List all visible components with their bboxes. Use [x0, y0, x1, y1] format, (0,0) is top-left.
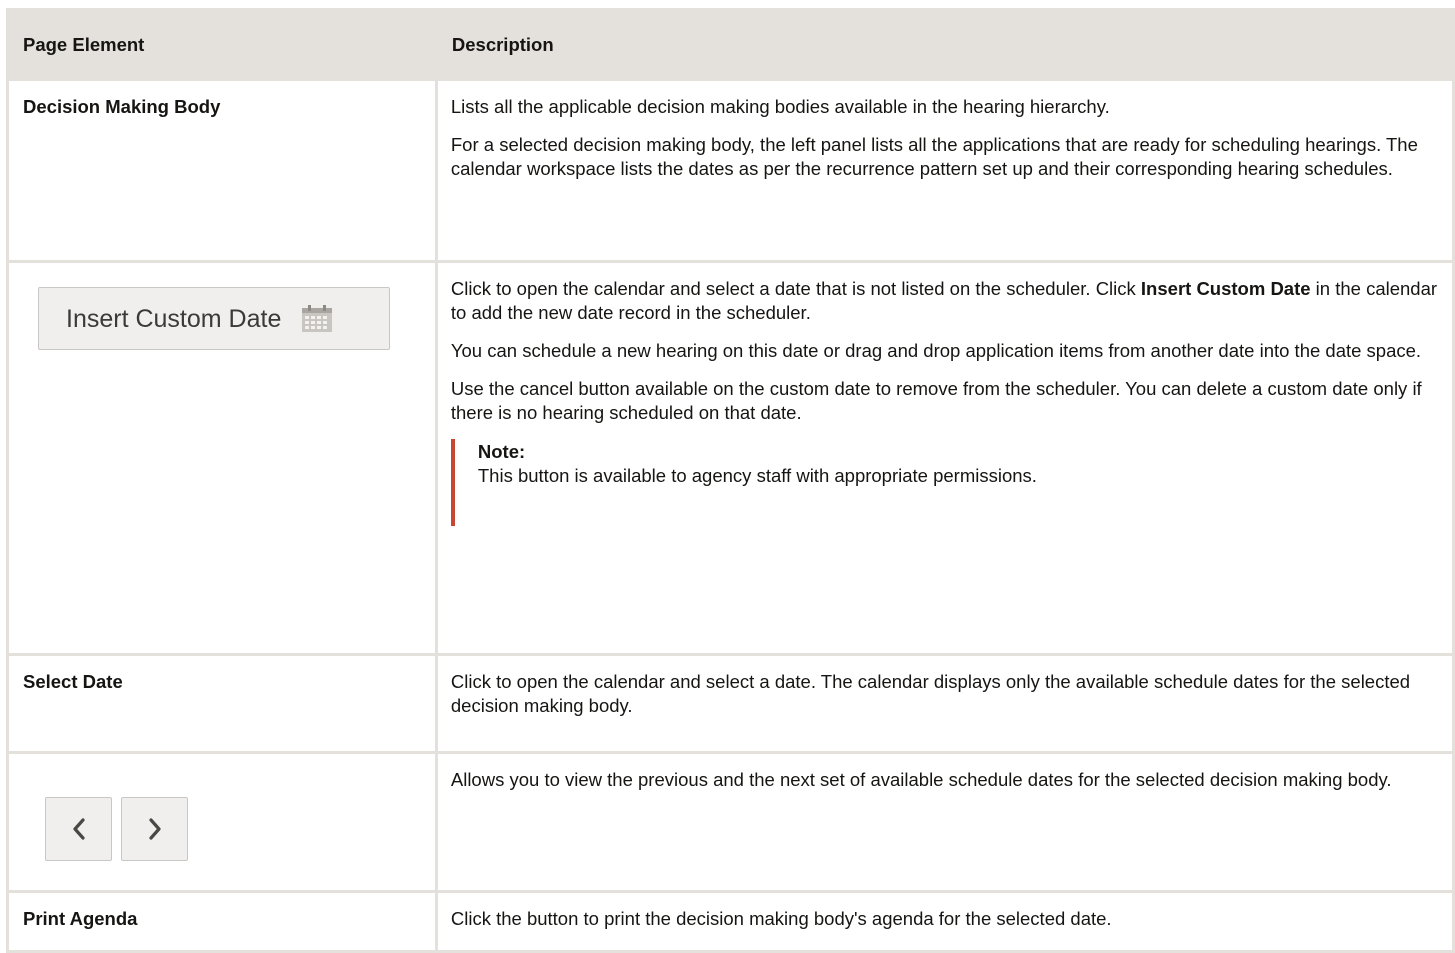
description-cell: Click the button to print the decision m…: [434, 890, 1455, 953]
previous-dates-button[interactable]: [45, 797, 112, 861]
element-name: Decision Making Body: [6, 78, 438, 263]
date-navigation: [45, 797, 188, 861]
description-text: Use the cancel button available on the c…: [450, 378, 1422, 423]
element-name: Select Date: [6, 653, 438, 754]
description-text: Allows you to view the previous and the …: [450, 769, 1392, 790]
calendar-icon: [302, 304, 333, 332]
description-cell: Allows you to view the previous and the …: [434, 751, 1455, 893]
element-cell: Insert Custom Date: [6, 260, 438, 656]
element-name: Print Agenda: [6, 890, 438, 953]
table-row: Print Agenda Click the button to print t…: [6, 890, 1455, 953]
table-row: Insert Custom Date Click to open the cal…: [6, 260, 1455, 656]
insert-custom-date-button[interactable]: Insert Custom Date: [38, 287, 390, 350]
table-row: Allows you to view the previous and the …: [6, 751, 1455, 893]
element-cell: [6, 751, 438, 893]
table-row: Select Date Click to open the calendar a…: [6, 653, 1455, 754]
page-element-table: Page Element Description Decision Making…: [6, 8, 1455, 953]
description-cell: Click to open the calendar and select a …: [434, 653, 1455, 754]
description-cell: Click to open the calendar and select a …: [434, 260, 1455, 656]
description-text: Click to open the calendar and select a …: [450, 671, 1411, 716]
description-text: Click to open the calendar and select a …: [451, 277, 1442, 325]
header-description: Description: [434, 8, 1455, 81]
note-text: This button is available to agency staff…: [477, 465, 1037, 486]
description-text: You can schedule a new hearing on this d…: [450, 340, 1422, 361]
chevron-left-icon: [72, 818, 85, 840]
note-box: Note: This button is available to agency…: [450, 439, 1442, 526]
table-row: Decision Making Body Lists all the appli…: [6, 78, 1455, 263]
next-dates-button[interactable]: [121, 797, 188, 861]
description-cell: Lists all the applicable decision making…: [434, 78, 1455, 263]
table-header-row: Page Element Description: [6, 8, 1455, 81]
description-text: For a selected decision making body, the…: [450, 134, 1418, 179]
bold-term: Insert Custom Date: [1140, 278, 1311, 299]
insert-custom-date-label: Insert Custom Date: [66, 304, 282, 333]
description-text: Click the button to print the decision m…: [450, 908, 1112, 929]
description-text: Lists all the applicable decision making…: [450, 96, 1110, 117]
note-title: Note:: [477, 441, 526, 462]
header-page-element: Page Element: [6, 8, 438, 81]
chevron-right-icon: [148, 818, 161, 840]
text-run: Click to open the calendar and select a …: [450, 278, 1141, 299]
